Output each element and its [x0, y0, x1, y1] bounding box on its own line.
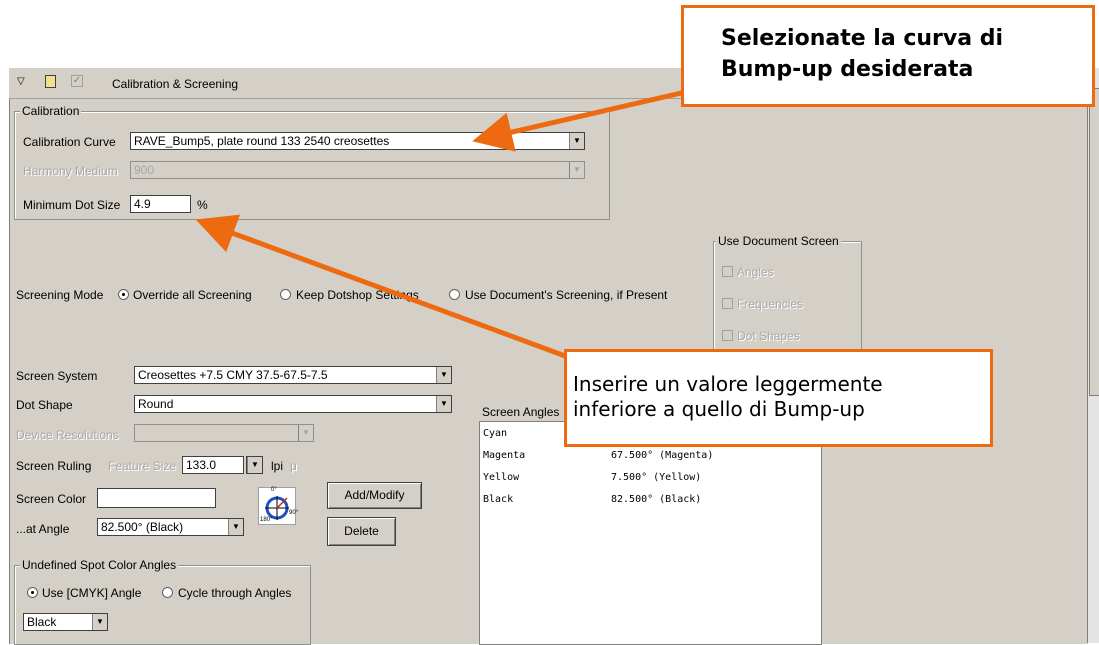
callout-select-curve: Selezionate la curva di Bump-up desidera…: [681, 5, 1095, 107]
callout-enter-value: Inserire un valore leggermente inferiore…: [564, 349, 993, 447]
callout-top-line2: Bump-up desiderata: [721, 57, 974, 82]
callout-mid-line2: inferiore a quello di Bump-up: [573, 397, 865, 421]
arrow-to-curve: [472, 88, 691, 152]
callout-top-line1: Selezionate la curva di: [721, 26, 1004, 51]
callout-mid-line1: Inserire un valore leggermente: [573, 372, 883, 396]
arrow-to-min-dot: [195, 214, 577, 363]
